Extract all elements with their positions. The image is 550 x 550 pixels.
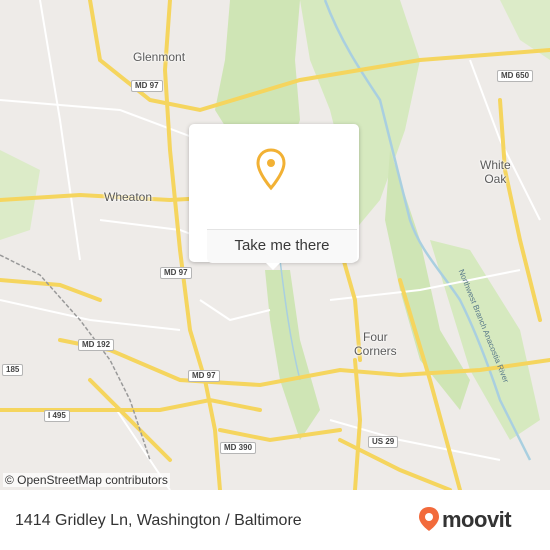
take-me-there-button[interactable]: Take me there — [207, 229, 357, 263]
road-shield-md650: MD 650 — [497, 70, 534, 82]
place-label-wheaton: Wheaton — [104, 190, 153, 204]
road-shield-i185: 185 — [2, 364, 24, 376]
moovit-pin-icon — [419, 507, 439, 531]
road-shield-md97: MD 97 — [188, 370, 220, 382]
road-shield-md97: MD 97 — [131, 80, 163, 92]
footer: 1414 Gridley Ln, Washington / Baltimore … — [0, 490, 550, 550]
address-text: 1414 Gridley Ln, Washington / Baltimore — [15, 512, 302, 529]
road-shield-md192: MD 192 — [78, 339, 115, 351]
road-shield-md390: MD 390 — [220, 442, 257, 454]
road-shield-md97: MD 97 — [160, 267, 192, 279]
road-shield-us29: US 29 — [368, 436, 399, 448]
map-attribution[interactable]: © OpenStreetMap contributors — [3, 473, 170, 487]
map[interactable]: Glenmont Wheaton White Oak Four Corners … — [0, 0, 550, 490]
map-pin-icon — [256, 148, 286, 191]
park-area — [0, 150, 40, 240]
road-shield-i495: I 495 — [44, 410, 70, 422]
place-label-white-oak: White Oak — [480, 158, 511, 186]
place-label-four-corners: Four Corners — [354, 330, 397, 358]
moovit-logo-text: moovit — [442, 507, 512, 532]
park-area — [265, 270, 320, 440]
place-label-glenmont: Glenmont — [133, 50, 186, 64]
